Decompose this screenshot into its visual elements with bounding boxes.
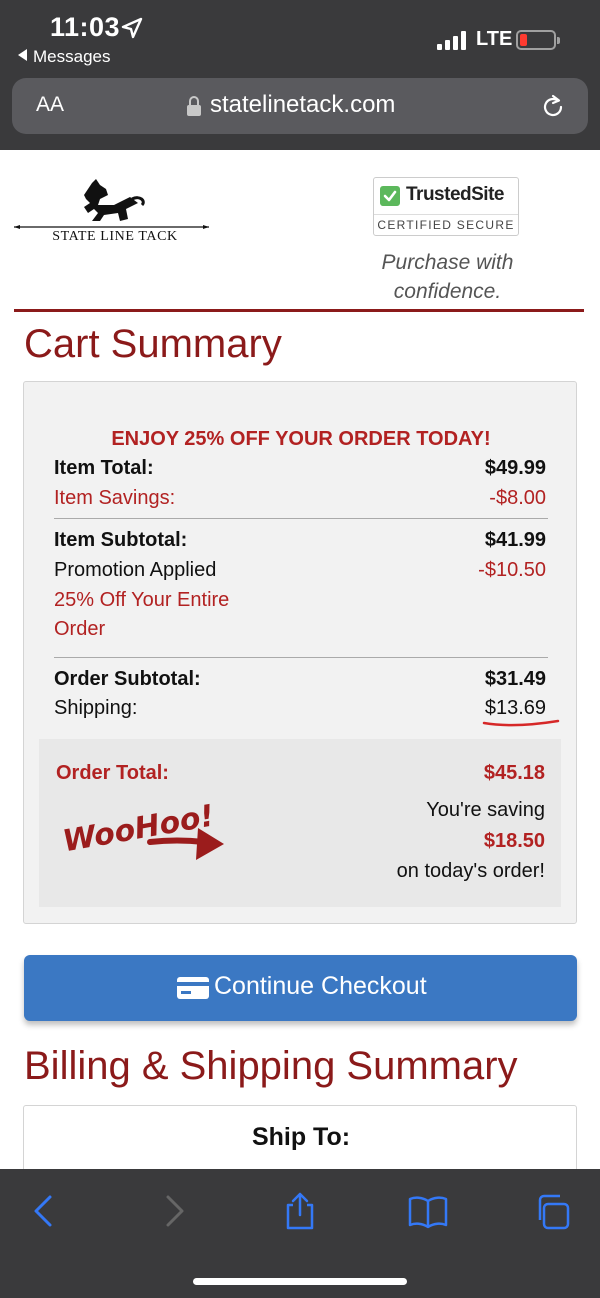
cart-summary-title: Cart Summary <box>24 322 282 366</box>
confidence-text: Purchase with confidence. <box>360 248 535 306</box>
order-subtotal-label: Order Subtotal: <box>54 668 201 690</box>
header-divider <box>14 309 584 312</box>
continue-checkout-button[interactable]: Continue Checkout <box>24 955 577 1021</box>
shipping-label: Shipping: <box>54 697 138 719</box>
item-savings-label: Item Savings: <box>54 487 176 509</box>
logo-text: STATE LINE TACK <box>30 229 200 245</box>
order-total-label: Order Total: <box>56 762 169 784</box>
order-total-value: $45.18 <box>483 762 545 784</box>
tabs-icon[interactable] <box>535 1191 571 1231</box>
item-subtotal-label: Item Subtotal: <box>54 529 188 551</box>
cellular-signal-icon <box>437 30 467 50</box>
saving-suffix: on today's order! <box>396 860 545 882</box>
lock-icon <box>187 96 201 116</box>
promotion-desc-line-2: Order <box>54 618 106 640</box>
checkmark-icon <box>380 186 400 206</box>
location-arrow-icon <box>121 17 143 39</box>
item-savings-value: -$8.00 <box>489 487 546 509</box>
badge-name: TrustedSite <box>406 184 504 205</box>
bookmarks-icon[interactable] <box>408 1191 448 1231</box>
trustedsite-badge[interactable]: TrustedSite CERTIFIED SECURE <box>373 177 519 236</box>
share-icon[interactable] <box>282 1191 318 1231</box>
battery-icon <box>516 30 560 50</box>
badge-certified: CERTIFIED SECURE <box>374 214 518 232</box>
back-app-label: Messages <box>33 47 111 66</box>
site-logo[interactable]: STATE LINE TACK <box>14 175 209 250</box>
item-total-value: $49.99 <box>484 457 546 479</box>
address-bar[interactable]: AA statelinetack.com <box>12 78 588 134</box>
back-icon[interactable] <box>26 1191 62 1231</box>
credit-card-icon <box>177 977 209 999</box>
promo-headline: ENJOY 25% OFF YOUR ORDER TODAY! <box>111 428 491 450</box>
order-subtotal-value: $31.49 <box>484 668 546 690</box>
confidence-line-2: confidence. <box>393 280 502 303</box>
status-time: 11:03 <box>50 12 121 42</box>
saving-amount: $18.50 <box>483 830 545 852</box>
browser-chrome: 11:03 Messages LTE AA statelinetack.com <box>0 0 600 150</box>
back-to-app-link[interactable]: Messages <box>18 47 110 67</box>
promotion-desc-line-1: 25% Off Your Entire <box>54 589 230 611</box>
reader-settings-button[interactable]: AA <box>36 93 64 117</box>
confidence-line-1: Purchase with <box>381 251 514 274</box>
shipping-underline-mark <box>482 719 560 727</box>
reload-icon[interactable] <box>538 92 568 122</box>
saving-prefix: You're saving <box>426 799 545 821</box>
continue-checkout-label: Continue Checkout <box>214 972 427 1000</box>
divider <box>54 657 548 658</box>
url-text[interactable]: statelinetack.com <box>210 91 395 119</box>
ship-to-label: Ship To: <box>251 1123 351 1151</box>
home-indicator <box>193 1278 407 1285</box>
billing-shipping-title: Billing & Shipping Summary <box>24 1044 518 1088</box>
item-subtotal-value: $41.99 <box>484 529 546 551</box>
back-triangle-icon <box>18 49 27 61</box>
divider <box>54 518 548 519</box>
network-type: LTE <box>476 28 513 50</box>
woohoo-graphic: WooHoo! <box>60 798 224 860</box>
promotion-label: Promotion Applied <box>54 559 217 581</box>
forward-icon[interactable] <box>156 1191 192 1231</box>
woohoo-text: WooHoo! <box>60 798 216 859</box>
promotion-value: -$10.50 <box>478 559 546 581</box>
item-total-label: Item Total: <box>54 457 154 479</box>
